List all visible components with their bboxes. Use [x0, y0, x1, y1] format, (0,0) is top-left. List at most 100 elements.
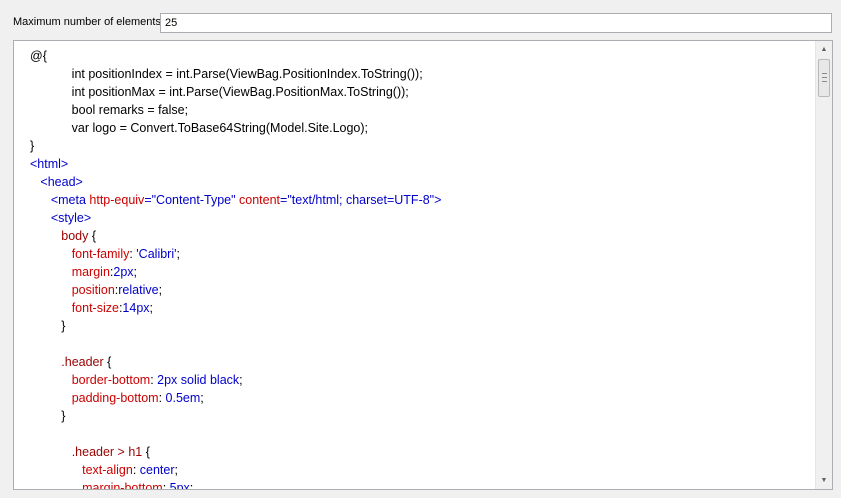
code-token: 'Calibri'	[136, 247, 177, 261]
code-token: :	[132, 463, 140, 477]
code-token: .header > h1	[71, 445, 143, 459]
code-token: ;	[176, 247, 180, 261]
code-token: ;	[174, 463, 179, 477]
vertical-scrollbar[interactable]: ▲ ▼	[815, 41, 832, 489]
code-token: 0.5em	[165, 391, 201, 405]
code-line: position:relative;	[30, 281, 810, 299]
code-token: center	[139, 463, 175, 477]
thumb-grip-line	[822, 73, 827, 74]
code-token: }	[30, 319, 66, 333]
code-line: margin-bottom: 5px;	[30, 479, 810, 489]
code-token: ;	[239, 373, 243, 387]
code-token: padding-bottom	[71, 391, 159, 405]
code-token: 2px solid black	[157, 373, 240, 387]
code-line: int positionMax = int.Parse(ViewBag.Posi…	[30, 83, 810, 101]
code-text-area[interactable]: @{ int positionIndex = int.Parse(ViewBag…	[30, 47, 810, 489]
code-token: >	[434, 193, 442, 207]
code-token: http-equiv	[89, 193, 145, 207]
code-token: :	[158, 391, 166, 405]
code-token: <style>	[50, 211, 92, 225]
code-token: int positionMax = int.Parse(ViewBag.Posi…	[30, 85, 409, 99]
code-token: 14px	[122, 301, 150, 315]
code-token: ;	[149, 301, 154, 315]
scroll-down-icon[interactable]: ▼	[816, 472, 832, 489]
code-token: .header	[61, 355, 104, 369]
code-line: }	[30, 137, 810, 155]
code-line: <head>	[30, 173, 810, 191]
code-token: font-size	[71, 301, 119, 315]
code-token: {	[142, 445, 150, 459]
code-token: content	[239, 193, 281, 207]
code-token: font-family	[71, 247, 130, 261]
code-line: }	[30, 407, 810, 425]
code-line: body {	[30, 227, 810, 245]
code-token: ;	[133, 265, 138, 279]
code-token: }	[30, 409, 66, 423]
code-token: int positionIndex = int.Parse(ViewBag.Po…	[30, 67, 423, 81]
code-line: bool remarks = false;	[30, 101, 810, 119]
template-code-editor[interactable]: @{ int positionIndex = int.Parse(ViewBag…	[13, 40, 833, 490]
code-line: padding-bottom: 0.5em;	[30, 389, 810, 407]
code-token: var logo = Convert.ToBase64String(Model.…	[30, 121, 369, 135]
code-token: {	[88, 229, 97, 243]
code-token: ;	[189, 481, 194, 489]
code-line: <html>	[30, 155, 810, 173]
code-token: text-align	[82, 463, 133, 477]
code-line: .header > h1 {	[30, 443, 810, 461]
code-line: var logo = Convert.ToBase64String(Model.…	[30, 119, 810, 137]
code-token: :	[162, 481, 170, 489]
code-token: 2px	[113, 265, 134, 279]
code-token: 5px	[169, 481, 190, 489]
template-settings-window: Maximum number of elements @{ int positi…	[0, 0, 841, 498]
scroll-up-icon[interactable]: ▲	[816, 41, 832, 58]
code-line: <meta http-equiv="Content-Type" content=…	[30, 191, 810, 209]
code-line: margin:2px;	[30, 263, 810, 281]
code-token: {	[103, 355, 112, 369]
code-line: font-size:14px;	[30, 299, 810, 317]
scroll-thumb[interactable]	[818, 59, 830, 97]
code-token: margin	[71, 265, 110, 279]
code-token: <html>	[30, 157, 69, 171]
code-token: "text/html; charset=UTF-8"	[287, 193, 435, 207]
code-line: int positionIndex = int.Parse(ViewBag.Po…	[30, 65, 810, 83]
code-line: <style>	[30, 209, 810, 227]
code-token: border-bottom	[71, 373, 151, 387]
code-line: text-align: center;	[30, 461, 810, 479]
code-token: "Content-Type"	[151, 193, 236, 207]
code-token: position	[71, 283, 115, 297]
code-token: bool remarks = false;	[30, 103, 189, 117]
max-elements-row: Maximum number of elements	[0, 12, 841, 34]
max-elements-input[interactable]	[160, 13, 832, 33]
code-token: ;	[158, 283, 163, 297]
code-token: relative	[118, 283, 159, 297]
code-token: margin-bottom	[82, 481, 163, 489]
code-token: ;	[200, 391, 204, 405]
code-token: <head>	[40, 175, 83, 189]
thumb-grip-line	[822, 81, 827, 82]
code-token: @{	[30, 49, 47, 63]
thumb-grip-line	[822, 77, 827, 78]
max-elements-label: Maximum number of elements	[13, 16, 161, 28]
code-line: border-bottom: 2px solid black;	[30, 371, 810, 389]
code-token: <meta	[50, 193, 90, 207]
code-line: @{	[30, 47, 810, 65]
code-token: body	[61, 229, 89, 243]
code-line: }	[30, 317, 810, 335]
code-line: font-family: 'Calibri';	[30, 245, 810, 263]
code-token: }	[30, 139, 35, 153]
